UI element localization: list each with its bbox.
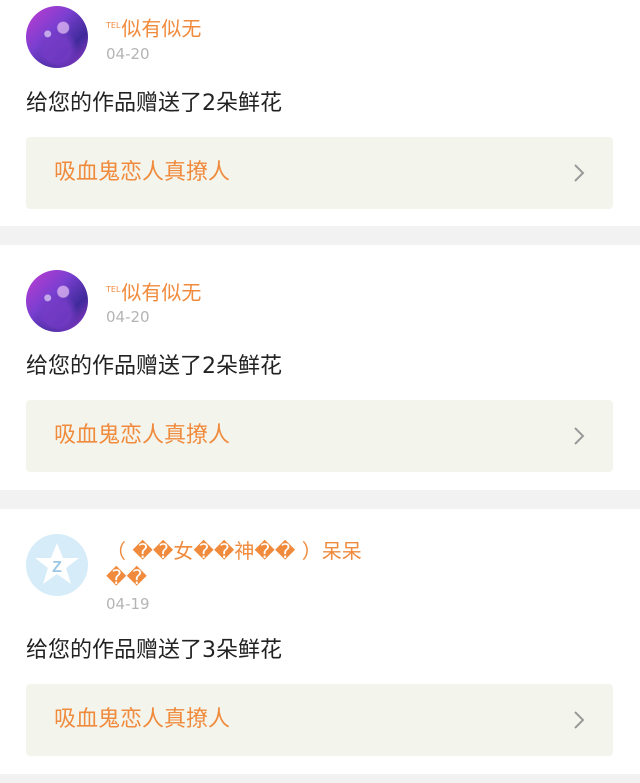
work-link[interactable]: 吸血鬼恋人真撩人 — [26, 400, 613, 472]
tel-badge: TEL — [106, 285, 121, 294]
chevron-right-icon — [574, 711, 585, 729]
avatar[interactable] — [26, 6, 88, 68]
svg-text:Z: Z — [52, 559, 62, 576]
username-text: 似有似无 — [121, 16, 202, 41]
date: 04-20 — [106, 308, 150, 326]
gift-message: 给您的作品赠送了2朵鲜花 — [26, 354, 282, 379]
work-link[interactable]: 吸血鬼恋人真撩人 — [26, 137, 613, 209]
username[interactable]: TEL似有似无 — [106, 14, 201, 41]
chevron-right-icon — [574, 164, 585, 182]
qzone-star-icon: Z — [35, 543, 79, 584]
chevron-right-icon — [574, 427, 585, 445]
username-continued: �� — [106, 565, 148, 589]
date: 04-20 — [106, 45, 150, 63]
gift-message: 给您的作品赠送了3朵鲜花 — [26, 638, 282, 663]
work-link[interactable]: 吸血鬼恋人真撩人 — [26, 684, 613, 756]
gift-notification-card: TEL似有似无 04-20 给您的作品赠送了2朵鲜花 吸血鬼恋人真撩人 — [0, 0, 640, 226]
date: 04-19 — [106, 595, 150, 613]
avatar[interactable]: Z — [26, 534, 88, 596]
username-text: 似有似无 — [121, 280, 202, 305]
username[interactable]: TEL似有似无 — [106, 278, 201, 305]
username[interactable]: （ ��女��神�� ）呆呆 — [106, 539, 362, 563]
work-title: 吸血鬼恋人真撩人 — [54, 707, 231, 732]
tel-badge: TEL — [106, 21, 121, 30]
work-title: 吸血鬼恋人真撩人 — [54, 423, 231, 448]
gift-message: 给您的作品赠送了2朵鲜花 — [26, 91, 282, 116]
gift-notification-card: TEL似有似无 04-20 给您的作品赠送了2朵鲜花 吸血鬼恋人真撩人 — [0, 245, 640, 490]
avatar[interactable] — [26, 270, 88, 332]
work-title: 吸血鬼恋人真撩人 — [54, 160, 231, 185]
gift-notification-card: Z （ ��女��神�� ）呆呆 �� 04-19 给您的作品赠送了3朵鲜花 吸… — [0, 509, 640, 774]
